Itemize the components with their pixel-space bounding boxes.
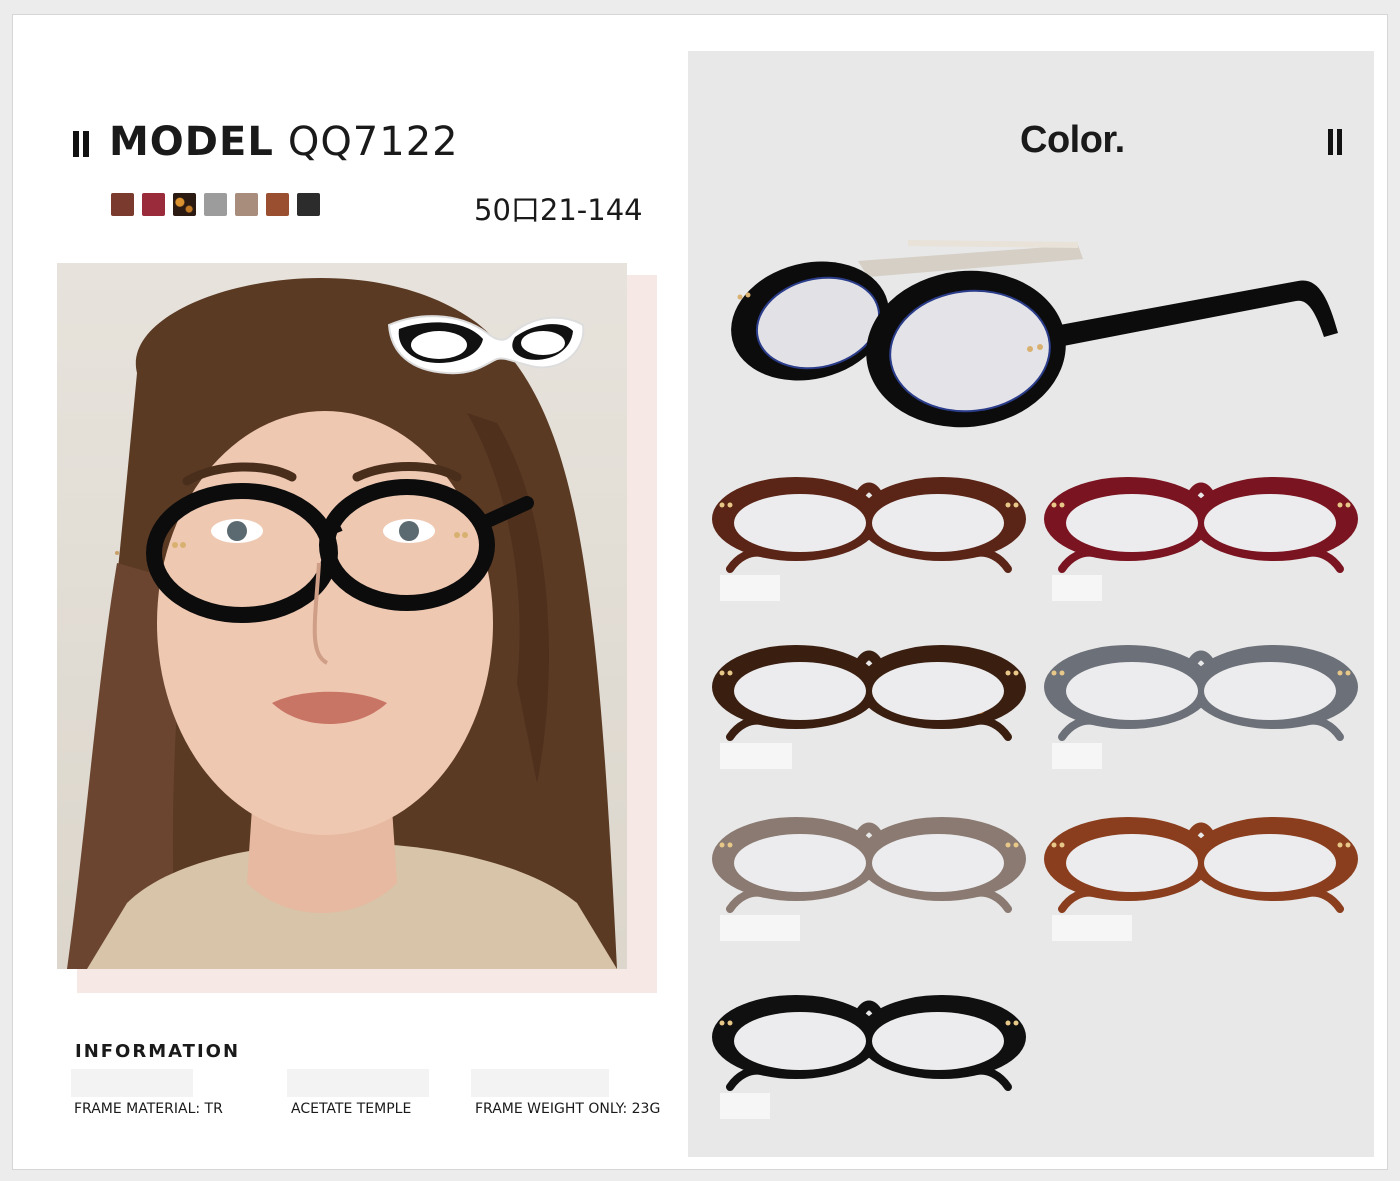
info-frame-weight: FRAME WEIGHT ONLY: 23G [475,1101,661,1117]
information-heading: INFORMATION [75,1041,241,1062]
variant-label-placeholder [1052,575,1102,601]
swatch-wine[interactable] [142,193,165,216]
frame-front-icon [712,645,1026,741]
info-frame-material: FRAME MATERIAL: TR [74,1101,223,1117]
variant-label-placeholder [720,575,780,601]
product-sheet: MODEL QQ7122 50口21-144 INFORMATION FRAME… [12,14,1388,1170]
info-placeholder-3 [471,1069,609,1097]
hero-glasses-black [731,240,1338,428]
info-temple: ACETATE TEMPLE [291,1101,412,1117]
variant-wine[interactable] [1042,471,1360,611]
model-portrait-illustration [67,278,617,969]
variant-label-placeholder [1052,743,1102,769]
swatch-brown[interactable] [111,193,134,216]
swatch-caramel[interactable] [266,193,289,216]
model-label: MODEL [109,119,274,165]
frame-front-icon [1044,645,1358,741]
variant-black[interactable] [710,989,1028,1129]
variant-brown[interactable] [710,471,1028,611]
frame-front-icon [712,995,1026,1091]
frame-front-icon [712,817,1026,913]
color-panel: Color. [688,51,1374,1157]
variant-label-placeholder [720,743,792,769]
variant-label-placeholder [720,1093,770,1119]
info-placeholder-1 [71,1069,193,1097]
color-heading: Color. [1020,119,1125,161]
variant-label-placeholder [1052,915,1132,941]
model-title: MODEL QQ7122 [109,119,459,165]
info-placeholder-2 [287,1069,429,1097]
frame-front-icon [1044,817,1358,913]
swatch-black[interactable] [297,193,320,216]
swatch-tortoise[interactable] [173,193,196,216]
color-swatches [111,193,320,216]
swatch-taupe[interactable] [235,193,258,216]
variant-caramel[interactable] [1042,811,1360,951]
variant-label-placeholder [720,915,800,941]
model-photo [57,263,627,969]
color-section-marker [1328,129,1344,155]
model-section-marker [73,131,91,157]
glasses-badge-icon [387,315,585,375]
swatch-grey[interactable] [204,193,227,216]
frame-size: 50口21-144 [474,193,643,227]
variant-taupe[interactable] [710,811,1028,951]
frame-front-icon [712,477,1026,573]
model-number: QQ7122 [287,119,459,165]
variant-grey[interactable] [1042,639,1360,779]
variant-tortoise[interactable] [710,639,1028,779]
frame-front-icon [1044,477,1358,573]
